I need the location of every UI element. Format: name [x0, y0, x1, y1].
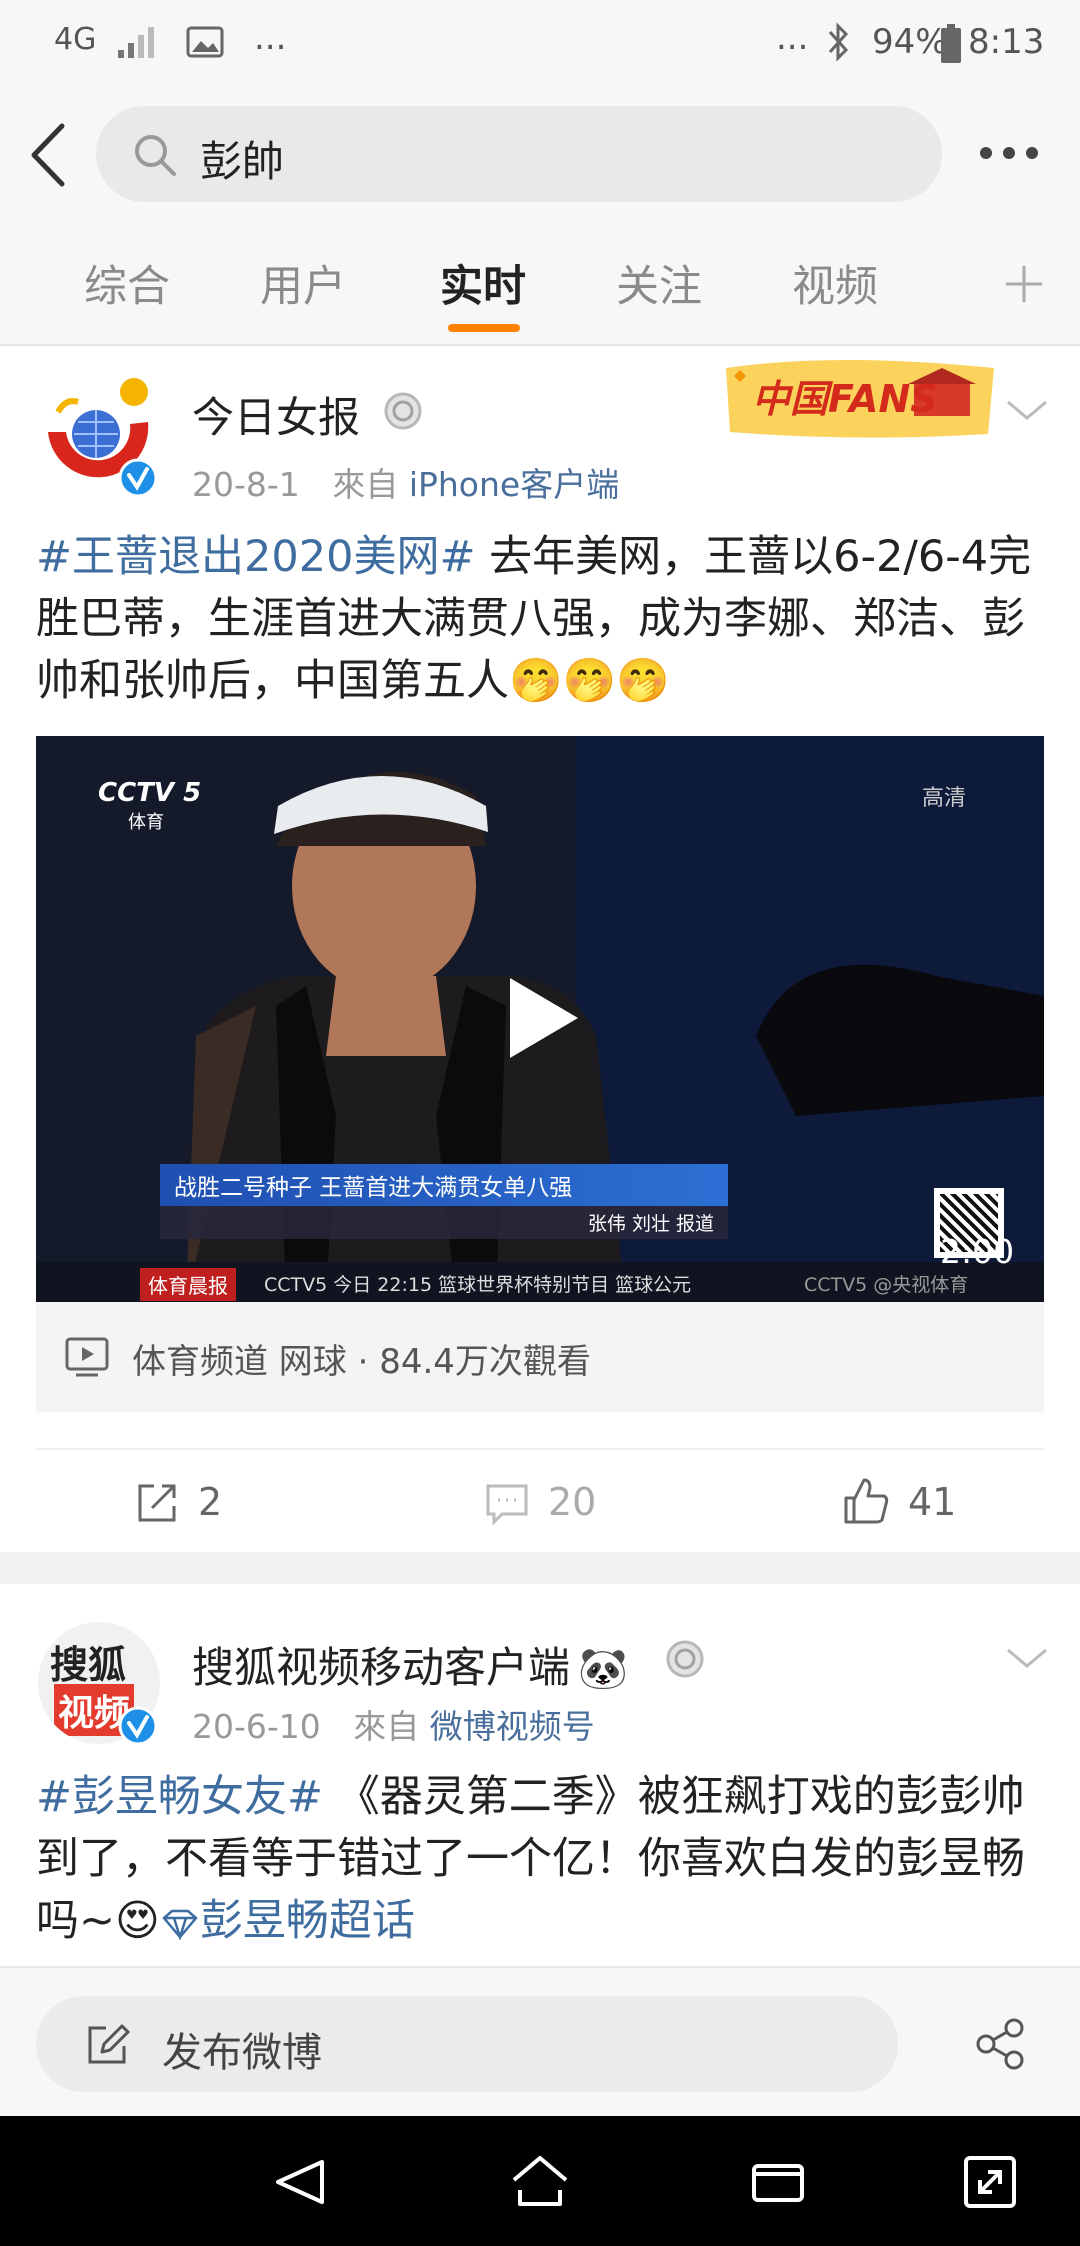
search-bar[interactable]: 彭帥 — [96, 106, 942, 202]
medal-icon — [666, 1640, 704, 1678]
tab-realtime[interactable]: 实时 — [440, 252, 526, 314]
signal-icon — [118, 27, 154, 58]
hd-label: 高清 — [922, 786, 967, 811]
nav-recents-icon[interactable] — [748, 2156, 808, 2208]
play-icon[interactable] — [502, 972, 584, 1064]
verified-badge-icon — [118, 458, 158, 498]
add-tab-icon[interactable] — [1002, 262, 1046, 306]
clock: 8:13 — [968, 22, 1045, 62]
post-meta: 20-6-10 來自 微博视频号 — [192, 1700, 595, 1748]
comment-button[interactable]: 20 — [484, 1476, 624, 1536]
search-query[interactable]: 彭帥 — [200, 128, 284, 189]
compose-button[interactable]: 发布微博 — [36, 1996, 898, 2092]
tab-following[interactable]: 关注 — [616, 252, 702, 314]
repost-count: 2 — [198, 1480, 223, 1524]
more-options-icon[interactable] — [976, 138, 1042, 168]
post-meta: 20-8-1 來自 iPhone客户端 — [192, 458, 619, 506]
search-tabs: 综合 用户 实时 关注 视频 — [0, 220, 1080, 346]
comment-count: 20 — [548, 1480, 597, 1524]
status-more: ... — [254, 18, 287, 58]
fans-badge[interactable]: 中国FANS — [716, 346, 1000, 442]
bluetooth-icon — [828, 22, 849, 62]
post-emoji: 😍 — [115, 1896, 160, 1946]
video-info-bar[interactable]: 体育频道 网球 · 84.4万次觀看 — [36, 1302, 1044, 1412]
network-indicator: 4G — [54, 22, 97, 57]
fans-badge-label: 中国FANS — [752, 377, 938, 421]
video-channel-icon — [65, 1337, 109, 1377]
post-hashtag[interactable]: #彭昱畅女友# — [36, 1772, 323, 1822]
battery-percent: 94% — [872, 22, 948, 62]
thumbs-up-icon — [844, 1478, 889, 1524]
repost-icon — [138, 1484, 176, 1522]
system-navigation-bar — [0, 2116, 1080, 2246]
post-text: #王蔷退出2020美网# 去年美网，王蔷以6-2/6-4完胜巴蒂，生涯首进大满贯… — [36, 526, 1046, 712]
post-date: 20-8-1 — [192, 465, 300, 504]
author-name[interactable]: 搜狐视频移动客户端 — [192, 1643, 570, 1692]
source-prefix: 來自 — [332, 465, 399, 504]
active-tab-indicator — [448, 324, 520, 332]
back-arrow-icon[interactable] — [26, 120, 70, 190]
like-button[interactable]: 41 — [842, 1472, 982, 1536]
verified-badge-icon — [118, 1706, 158, 1746]
cctv5-logo: CCTV 5 体育 — [98, 778, 202, 833]
tab-video[interactable]: 视频 — [792, 252, 878, 314]
post-date: 20-6-10 — [192, 1707, 321, 1746]
battery-icon — [941, 24, 961, 63]
repost-button[interactable]: 2 — [134, 1476, 274, 1536]
compose-label: 发布微博 — [162, 2030, 322, 2076]
share-icon[interactable] — [972, 2016, 1028, 2072]
like-count: 41 — [908, 1480, 957, 1524]
supertopic-link[interactable]: 彭昱畅超话 — [160, 1896, 415, 1946]
post-text: #彭昱畅女友# 《器灵第二季》被狂飙打戏的彭彭帅到了，不看等于错过了一个亿！你喜… — [36, 1766, 1046, 1952]
chevron-down-icon[interactable] — [1004, 1644, 1050, 1672]
video-info-text: 体育频道 网球 · 84.4万次觀看 — [132, 1342, 591, 1382]
bottom-compose-bar: 发布微博 — [0, 1966, 1080, 2116]
gallery-icon — [186, 26, 224, 58]
nav-home-icon[interactable] — [508, 2152, 572, 2212]
status-more-right: ... — [776, 18, 809, 58]
status-bar: 4G ... ... 94% 8:13 — [0, 0, 1080, 90]
post-source[interactable]: iPhone客户端 — [409, 465, 619, 504]
chevron-down-icon[interactable] — [1004, 396, 1050, 424]
edit-icon — [88, 2024, 130, 2064]
post-source[interactable]: 微博视频号 — [430, 1707, 595, 1746]
source-prefix: 來自 — [353, 1707, 420, 1746]
panda-emoji: 🐼 — [578, 1646, 628, 1692]
video-duration: 2:00 — [940, 1232, 1015, 1271]
news-ticker: 体育晨报 CCTV5 今日 22:15 篮球世界杯特别节目 篮球公元 CCTV5… — [36, 1262, 1044, 1302]
nav-expand-icon[interactable] — [960, 2152, 1020, 2212]
post-separator — [0, 1552, 1080, 1584]
search-header: 彭帥 — [0, 90, 1080, 220]
tab-users[interactable]: 用户 — [260, 252, 346, 314]
nav-back-icon[interactable] — [272, 2156, 328, 2208]
comment-icon — [486, 1484, 528, 1526]
video-caption: 战胜二号种子 王蔷首进大满贯女单八强 张伟 刘壮 报道 — [160, 1164, 728, 1239]
medal-icon — [384, 392, 422, 430]
post-emojis: 🤭🤭🤭 — [509, 656, 670, 706]
author-name[interactable]: 今日女报 — [192, 384, 360, 445]
video-player[interactable]: CCTV 5 体育 高清 战胜二号种子 王蔷首进大满贯女单八强 张伟 刘壮 报道… — [36, 736, 1044, 1302]
tab-comprehensive[interactable]: 综合 — [84, 252, 170, 314]
post-hashtag[interactable]: #王蔷退出2020美网# — [36, 532, 476, 582]
diamond-icon — [162, 1909, 198, 1941]
author-name-line: 搜狐视频移动客户端 🐼 — [192, 1634, 628, 1695]
search-icon — [135, 135, 176, 176]
